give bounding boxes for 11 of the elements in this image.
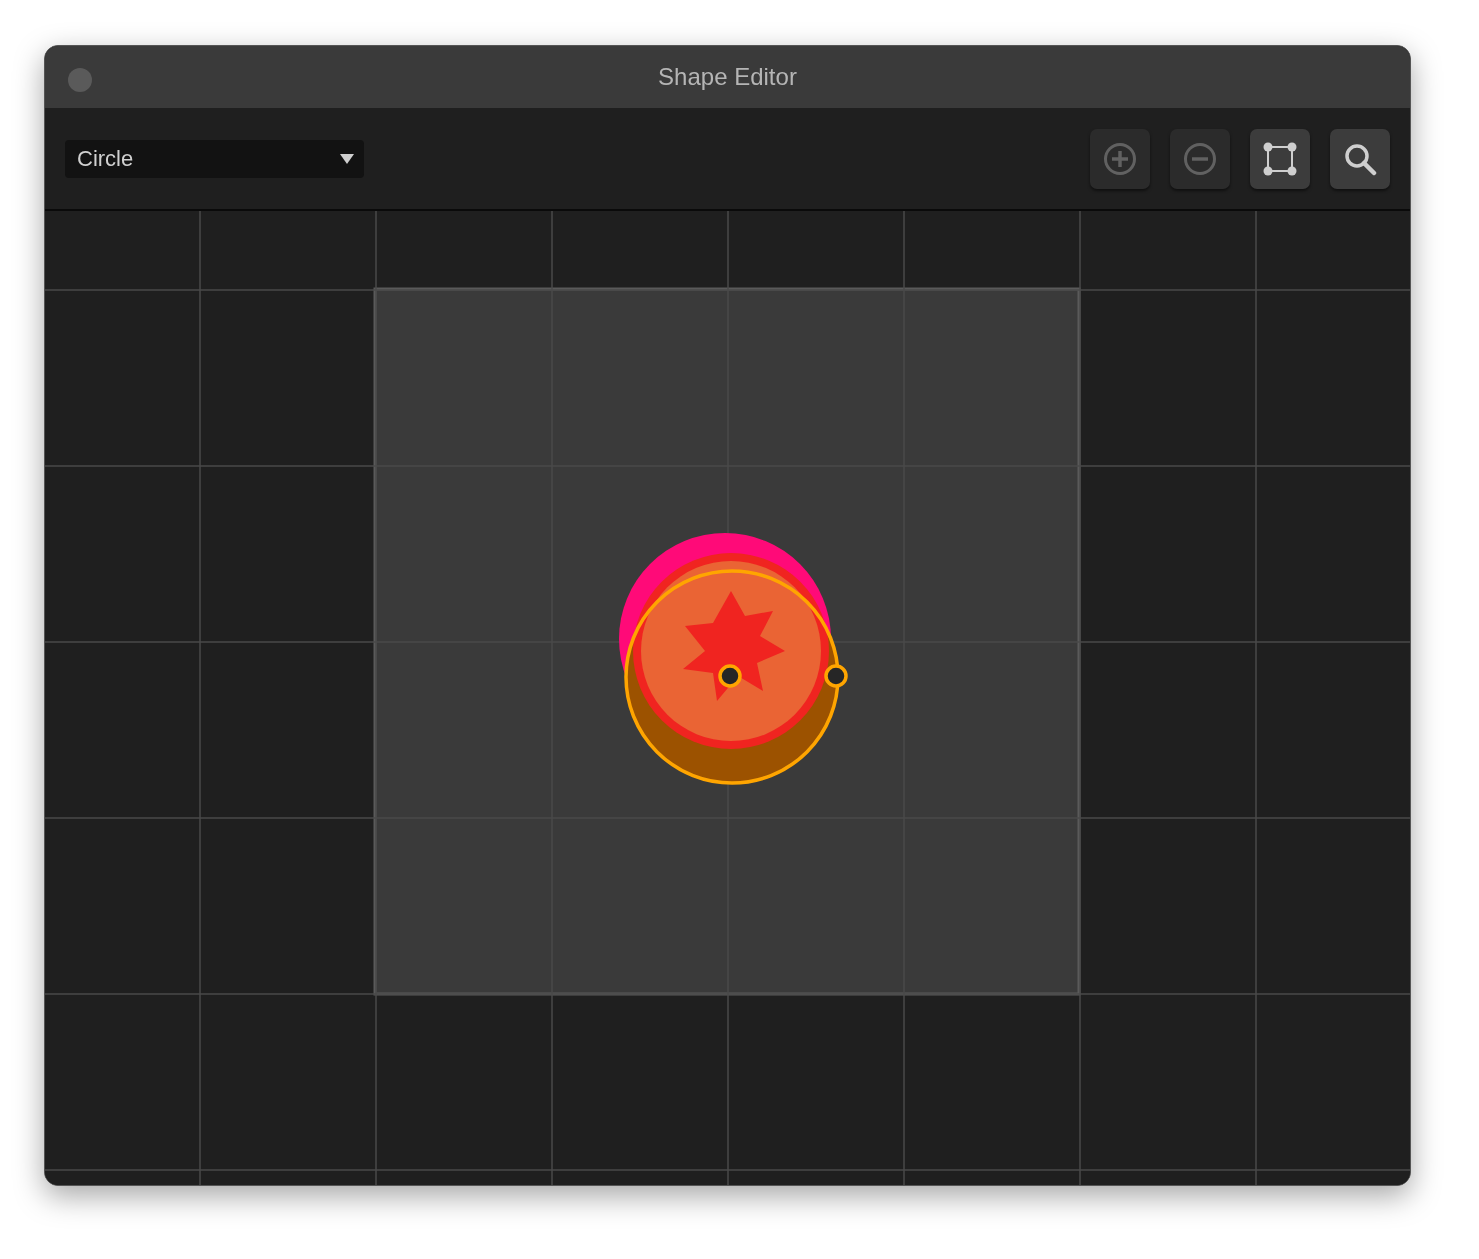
radius-handle[interactable]	[824, 664, 848, 688]
zoom-in-icon	[1103, 141, 1137, 176]
shape-dropdown[interactable]: Circle	[65, 139, 364, 178]
center-handle[interactable]	[718, 664, 742, 688]
bounding-box-icon	[1263, 141, 1297, 176]
search-button[interactable]	[1330, 128, 1390, 189]
frame-button[interactable]	[1250, 128, 1310, 189]
search-icon	[1343, 141, 1377, 176]
caret-icon	[340, 153, 354, 164]
zoom-out-icon	[1183, 141, 1217, 176]
window-title: Shape Editor	[658, 63, 797, 91]
